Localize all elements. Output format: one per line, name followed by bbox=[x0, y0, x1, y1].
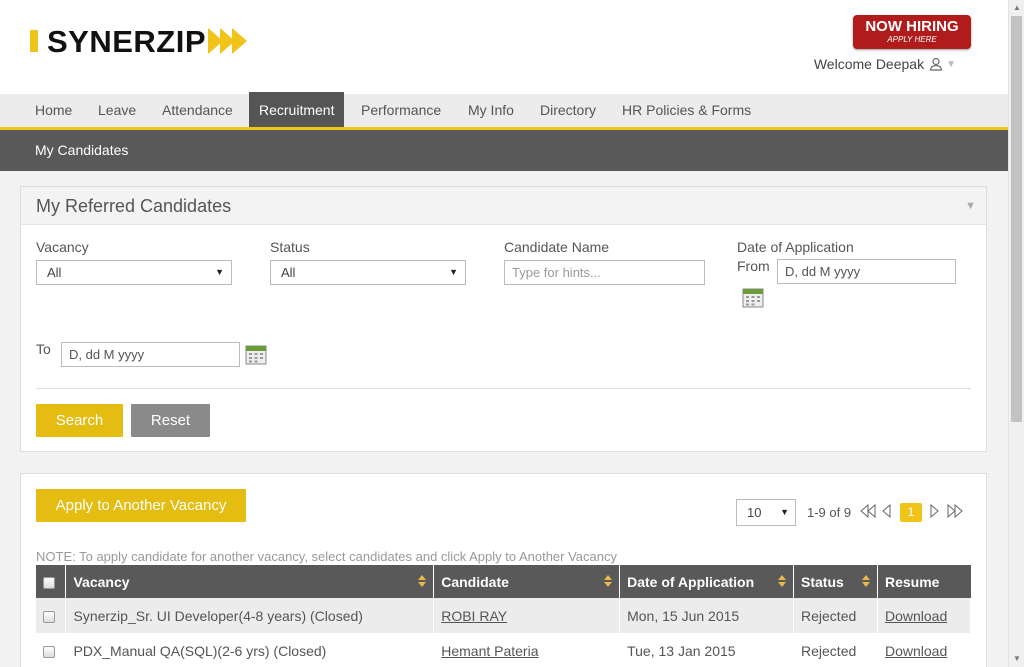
first-page-icon[interactable] bbox=[860, 504, 876, 518]
nav-hr-policies[interactable]: HR Policies & Forms bbox=[612, 94, 761, 127]
welcome-user[interactable]: Welcome Deepak ▼ bbox=[814, 56, 956, 72]
last-page-icon[interactable] bbox=[947, 504, 963, 518]
nav-recruitment[interactable]: Recruitment bbox=[249, 92, 345, 127]
calendar-icon[interactable] bbox=[245, 343, 267, 365]
apply-note: NOTE: To apply candidate for another vac… bbox=[36, 549, 618, 564]
nav-home[interactable]: Home bbox=[25, 94, 82, 127]
status-label: Status bbox=[270, 239, 310, 255]
record-count: 1-9 of 9 bbox=[807, 505, 852, 520]
status-select[interactable]: All ▼ bbox=[270, 260, 466, 285]
sub-nav: My Candidates bbox=[0, 130, 1008, 171]
nav-attendance[interactable]: Attendance bbox=[152, 94, 243, 127]
col-resume: Resume bbox=[877, 565, 971, 598]
vacancy-select[interactable]: All ▼ bbox=[36, 260, 232, 285]
select-all-cell bbox=[36, 565, 67, 598]
chevron-down-icon: ▼ bbox=[449, 267, 458, 277]
download-link[interactable]: Download bbox=[885, 608, 947, 624]
from-date-input[interactable]: D, dd M yyyy bbox=[777, 259, 956, 284]
next-page-icon[interactable] bbox=[930, 504, 940, 518]
scroll-down-icon[interactable]: ▼ bbox=[1009, 651, 1024, 667]
page-size-select[interactable]: 10 ▼ bbox=[736, 499, 796, 526]
vacancy-label: Vacancy bbox=[36, 239, 89, 255]
vacancy-cell: Synerzip_Sr. UI Developer(4-8 years) (Cl… bbox=[65, 598, 435, 633]
hiring-title: NOW HIRING bbox=[865, 18, 959, 35]
nav-my-info[interactable]: My Info bbox=[458, 94, 524, 127]
vacancy-value: All bbox=[47, 265, 62, 280]
status-cell: Rejected bbox=[793, 633, 878, 667]
col-vacancy[interactable]: Vacancy bbox=[65, 565, 435, 598]
date-of-application-label: Date of Application bbox=[737, 239, 854, 255]
sort-icon[interactable] bbox=[418, 575, 427, 587]
logo-text: SYNERZIP bbox=[47, 23, 207, 59]
nav-directory[interactable]: Directory bbox=[530, 94, 606, 127]
welcome-text: Welcome Deepak bbox=[813, 56, 925, 72]
date-cell: Tue, 13 Jan 2015 bbox=[619, 633, 795, 667]
user-icon bbox=[929, 57, 943, 71]
chevron-down-icon: ▼ bbox=[780, 507, 789, 517]
col-candidate[interactable]: Candidate bbox=[433, 565, 621, 598]
table-row: PDX_Manual QA(SQL)(2-6 yrs) (Closed) Hem… bbox=[36, 633, 972, 667]
divider bbox=[36, 388, 971, 389]
page-header: SYNERZIP NOW HIRING APPLY HERE Welcome D… bbox=[0, 0, 1008, 94]
scroll-thumb[interactable] bbox=[1011, 16, 1022, 422]
now-hiring-banner[interactable]: NOW HIRING APPLY HERE bbox=[853, 15, 971, 49]
prev-page-icon[interactable] bbox=[881, 504, 891, 518]
table-row: Synerzip_Sr. UI Developer(4-8 years) (Cl… bbox=[36, 598, 972, 633]
table-header-row: Vacancy Candidate Date of Application St… bbox=[36, 565, 971, 598]
chevron-down-icon[interactable]: ▼ bbox=[946, 59, 956, 70]
row-checkbox[interactable] bbox=[43, 645, 55, 658]
status-value: All bbox=[281, 265, 296, 280]
vacancy-cell: PDX_Manual QA(SQL)(2-6 yrs) (Closed) bbox=[65, 633, 435, 667]
candidates-table: Vacancy Candidate Date of Application St… bbox=[36, 565, 972, 667]
date-cell: Mon, 15 Jun 2015 bbox=[619, 598, 795, 633]
to-label: To bbox=[36, 341, 51, 357]
subnav-my-candidates[interactable]: My Candidates bbox=[35, 130, 128, 171]
nav-performance[interactable]: Performance bbox=[351, 94, 451, 127]
filter-panel: My Referred Candidates ▼ Vacancy All ▼ S… bbox=[20, 186, 987, 452]
current-page[interactable]: 1 bbox=[900, 503, 922, 522]
apply-another-vacancy-button[interactable]: Apply to Another Vacancy bbox=[36, 489, 246, 522]
logo-chevrons-icon bbox=[208, 28, 248, 54]
sort-icon[interactable] bbox=[778, 575, 787, 587]
from-label: From bbox=[737, 258, 770, 274]
select-all-checkbox[interactable] bbox=[43, 576, 55, 589]
col-status[interactable]: Status bbox=[793, 565, 878, 598]
calendar-icon[interactable] bbox=[742, 286, 764, 308]
filter-title: My Referred Candidates bbox=[36, 196, 232, 216]
download-link[interactable]: Download bbox=[885, 643, 947, 659]
candidate-link[interactable]: ROBI RAY bbox=[441, 608, 507, 624]
scroll-up-icon[interactable]: ▲ bbox=[1009, 0, 1024, 16]
row-checkbox[interactable] bbox=[43, 610, 55, 623]
hiring-subtitle: APPLY HERE bbox=[887, 35, 937, 44]
nav-leave[interactable]: Leave bbox=[88, 94, 146, 127]
search-button[interactable]: Search bbox=[36, 404, 123, 437]
sort-icon[interactable] bbox=[861, 575, 870, 587]
candidate-link[interactable]: Hemant Pateria bbox=[441, 643, 538, 659]
main-nav: Home Leave Attendance Recruitment Perfor… bbox=[0, 92, 1008, 130]
status-cell: Rejected bbox=[793, 598, 878, 633]
page-size-value: 10 bbox=[747, 505, 762, 520]
to-date-input[interactable]: D, dd M yyyy bbox=[61, 342, 240, 367]
candidate-name-input[interactable]: Type for hints... bbox=[504, 260, 705, 285]
chevron-down-icon: ▼ bbox=[215, 267, 224, 277]
synerzip-logo[interactable]: SYNERZIP bbox=[30, 23, 248, 59]
sort-icon[interactable] bbox=[604, 575, 613, 587]
candidate-name-label: Candidate Name bbox=[504, 239, 610, 255]
reset-button[interactable]: Reset bbox=[131, 404, 210, 437]
collapse-toggle-icon[interactable]: ▼ bbox=[965, 187, 976, 225]
vertical-scrollbar[interactable]: ▲ ▼ bbox=[1008, 0, 1024, 667]
results-panel: Apply to Another Vacancy 10 ▼ 1-9 of 9 1… bbox=[20, 473, 987, 667]
col-date-of-application[interactable]: Date of Application bbox=[619, 565, 795, 598]
